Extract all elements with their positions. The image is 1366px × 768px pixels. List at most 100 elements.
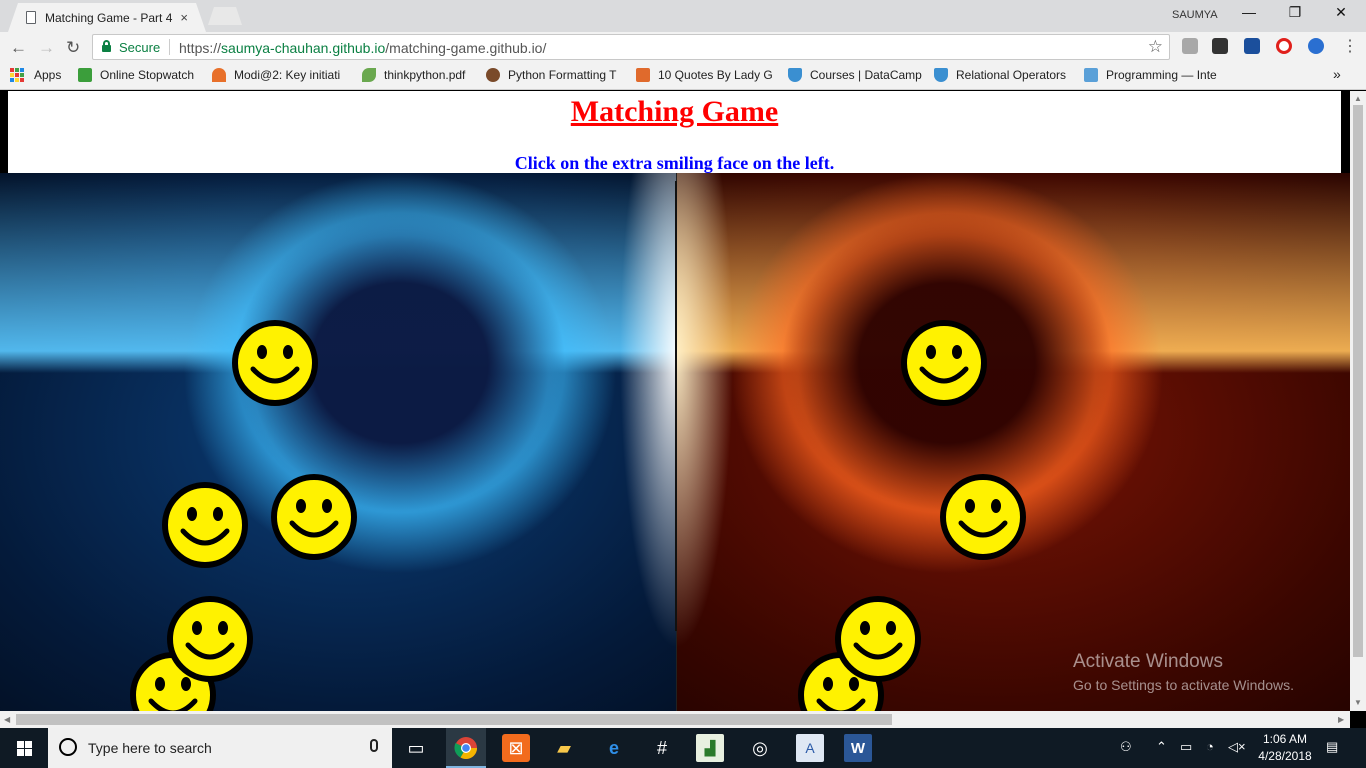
browser-menu-icon[interactable]: ⋮ [1342,36,1358,56]
volume-muted-icon[interactable]: ◁× [1228,739,1246,755]
address-bar[interactable]: Secure https://saumya-chauhan.github.io/… [92,34,1170,60]
vertical-scrollbar[interactable]: ▲ ▼ [1350,91,1366,711]
lock-icon [102,40,111,52]
desktop-screen: Matching Game - Part 4 × SAUMYA — ❐ ✕ ← … [0,0,1366,768]
forward-button[interactable]: → [38,38,55,58]
rainbow-icon [212,68,226,82]
right-side-panel [676,173,1350,711]
bookmark-apps[interactable]: Apps [10,68,61,82]
text-app-icon[interactable]: A [796,734,824,762]
browser-tab-active[interactable]: Matching Game - Part 4 × [8,3,206,32]
bookmark-modi[interactable]: Modi@2: Key initiati [212,68,348,82]
activate-windows-watermark: Activate Windows Go to Settings to activ… [1073,651,1294,693]
cookie-icon [486,68,500,82]
smiley-face-left-1[interactable] [231,319,319,407]
bookmark-star-icon[interactable]: ☆ [1148,37,1163,57]
slack-icon[interactable]: # [648,734,676,762]
vertical-scroll-thumb[interactable] [1353,105,1363,657]
edge-icon[interactable]: e [600,734,628,762]
horizontal-scroll-thumb[interactable] [16,714,892,725]
smiley-face-icon [232,320,318,406]
smiley-face-icon [167,596,253,682]
scroll-down-arrow-icon[interactable]: ▼ [1354,698,1362,707]
bookmarks-overflow-button[interactable]: » [1333,66,1341,82]
document-icon [26,11,36,24]
bookmarks-bar: Apps Online Stopwatch Modi@2: Key initia… [0,62,1366,90]
bookmark-online-stopwatch[interactable]: Online Stopwatch [78,68,200,82]
smiley-face-icon [162,482,248,568]
search-placeholder: Type here to search [88,740,212,756]
apps-grid-icon [10,68,24,82]
security-label: Secure [119,40,161,55]
show-hidden-icons-chevron-icon[interactable]: ⌃ [1156,739,1167,755]
s-icon [636,68,650,82]
windows-logo-icon [16,740,32,756]
people-icon[interactable]: ⚇ [1120,739,1132,755]
scroll-right-arrow-icon[interactable]: ▶ [1338,715,1344,724]
battery-icon[interactable]: ▭ [1180,739,1192,755]
wifi-icon[interactable]: ◔ [1206,739,1214,754]
minimize-button[interactable]: — [1226,4,1272,20]
tab-strip: Matching Game - Part 4 × SAUMYA — ❐ ✕ [0,0,1366,32]
action-center-icon[interactable]: ▤ [1326,739,1338,755]
extension-bookmark-icon[interactable] [1244,38,1260,54]
groove-music-icon[interactable]: ◎ [746,734,774,762]
windows-taskbar: Type here to search ▭ ⊠ ▰ e # ▟ ◎ A W ⚇ … [0,728,1366,768]
panel-divider [675,181,677,631]
url-text[interactable]: https://saumya-chauhan.github.io/matchin… [179,40,546,56]
xampp-icon[interactable]: ⊠ [502,734,530,762]
back-button[interactable]: ← [10,38,27,58]
tab-close-button[interactable]: × [180,10,188,25]
smiley-face-left-2[interactable] [161,481,249,569]
page-title: Matching Game [570,95,779,128]
task-view-icon[interactable]: ▭ [402,734,430,762]
smiley-face-left-5[interactable] [166,595,254,683]
smiley-face-icon [835,596,921,682]
shield-icon [934,68,948,82]
chrome-icon[interactable] [452,734,480,762]
extension-account-icon[interactable] [1308,38,1324,54]
start-button[interactable] [0,728,48,768]
reload-button[interactable]: ↻ [66,38,80,58]
bookmark-quotes[interactable]: 10 Quotes By Lady G [636,68,774,82]
bookmark-relational-operators[interactable]: Relational Operators [934,68,1070,82]
cortana-icon [59,738,77,756]
left-side-panel [0,173,676,711]
smiley-face-right-2 [939,473,1027,561]
scroll-left-arrow-icon[interactable]: ◀ [4,715,10,724]
extension-opera-icon[interactable] [1276,38,1292,54]
smiley-face-left-3[interactable] [270,473,358,561]
game-instruction: Click on the extra smiling face on the l… [514,153,835,173]
microphone-icon[interactable] [370,739,378,752]
shield-icon [788,68,802,82]
clock-time: 1:06 AM [1262,732,1308,746]
profile-name[interactable]: SAUMYA [1172,9,1218,21]
bookmark-python-formatting[interactable]: Python Formatting T [486,68,624,82]
smiley-face-icon [271,474,357,560]
scroll-up-arrow-icon[interactable]: ▲ [1354,94,1362,103]
page-viewport: Matching Game Click on the extra smiling… [0,91,1350,711]
smiley-face-icon [940,474,1026,560]
stopwatch-icon [78,68,92,82]
file-explorer-icon[interactable]: ▰ [550,734,578,762]
restore-button[interactable]: ❐ [1272,4,1318,21]
taskbar-clock[interactable]: 1:06 AM 4/28/2018 [1245,731,1325,765]
close-window-button[interactable]: ✕ [1318,4,1364,21]
smiley-face-right-1 [900,319,988,407]
chart-app-icon[interactable]: ▟ [696,734,724,762]
new-tab-button[interactable] [208,7,242,25]
taskbar-search-box[interactable]: Type here to search [48,728,392,768]
bookmark-thinkpython[interactable]: thinkpython.pdf [362,68,476,82]
address-separator [169,39,170,55]
tab-title: Matching Game - Part 4 [45,10,173,25]
bookmark-programming[interactable]: Programming — Inte [1084,68,1220,82]
leaf-icon [362,68,376,82]
clock-date: 4/28/2018 [1258,749,1312,763]
word-icon[interactable]: W [844,734,872,762]
horizontal-scrollbar[interactable]: ◀ ▶ [0,711,1350,728]
extension-mask-icon[interactable] [1212,38,1228,54]
page-header: Matching Game Click on the extra smiling… [8,91,1341,173]
beta-icon [1084,68,1098,82]
bookmark-datacamp[interactable]: Courses | DataCamp [788,68,924,82]
extension-books-icon[interactable] [1182,38,1198,54]
